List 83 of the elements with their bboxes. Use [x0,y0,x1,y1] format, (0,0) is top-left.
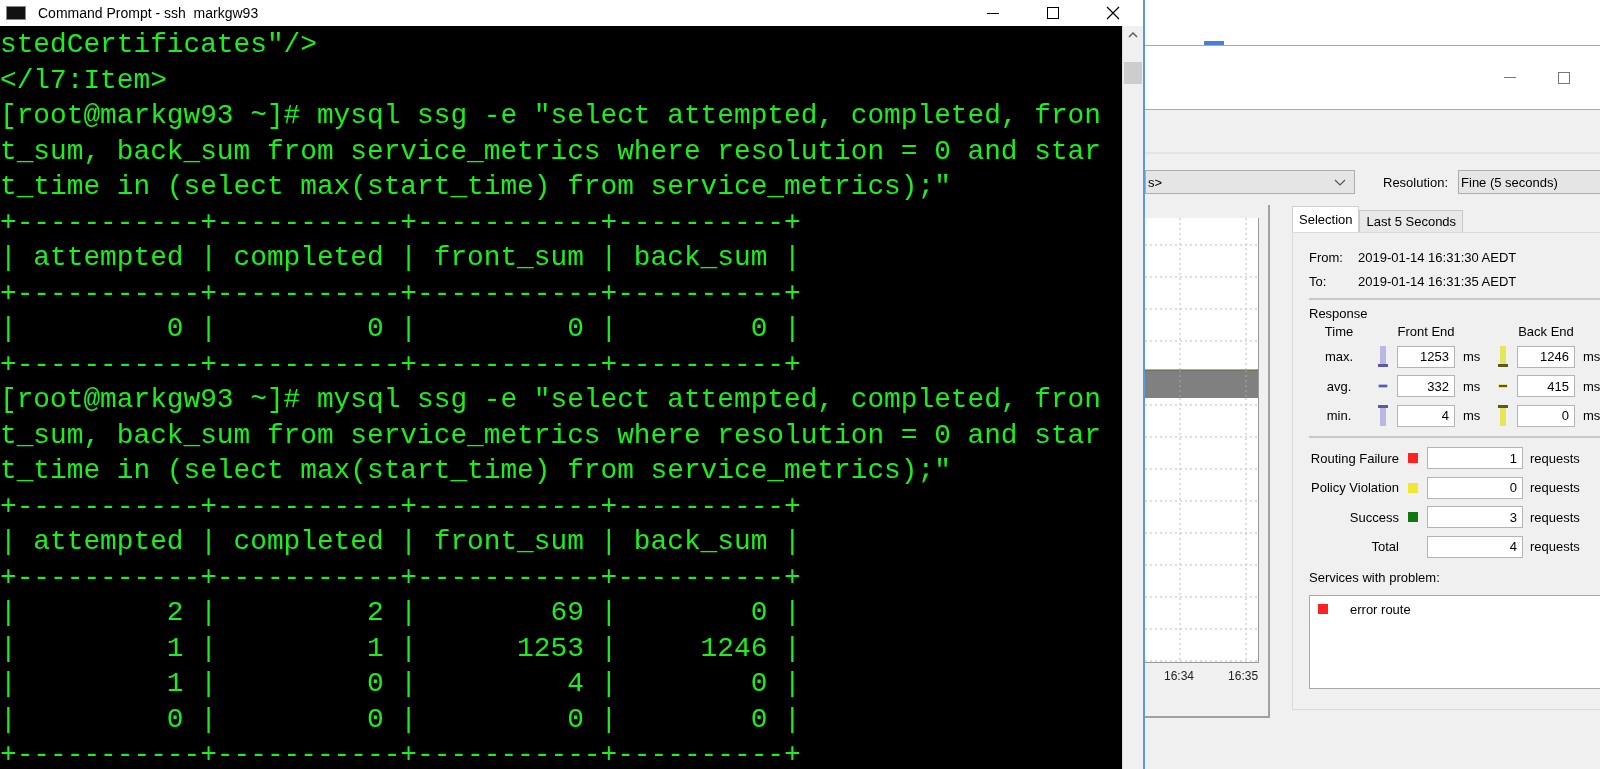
terminal-line: +-----------+-----------+-----------+----------+ [0,560,802,595]
minimize-icon [987,12,999,14]
unit-label: ms [1462,408,1482,424]
unit-label: requests [1529,539,1581,555]
max-marker-icon [1498,346,1508,368]
maximize-icon [1047,7,1059,19]
to-value: 2019-01-14 16:31:35 AEDT [1358,273,1517,289]
terminal-line: +-----------+-----------+-----------+----------+ [0,276,802,311]
value-field: 415 [1517,375,1575,398]
avg-marker-icon [1498,384,1508,389]
tab[interactable]: Last 5 Seconds [1359,210,1464,232]
unit-label: requests [1529,509,1581,525]
scrollbar[interactable] [1122,26,1143,769]
terminal-icon [6,6,26,20]
unit-label: ms [1582,349,1599,365]
unit-label: requests [1529,450,1581,466]
value-field: 332 [1397,375,1455,398]
value-field: 4 [1397,404,1455,427]
minimize-icon [1504,77,1516,78]
window-title: Command Prompt - ssh markgw93 [38,5,260,21]
row-label: avg. [1326,377,1352,396]
from-value: 2019-01-14 16:31:30 AEDT [1358,249,1517,265]
unit-label: ms [1462,378,1482,394]
terminal-line: | 1 | 1 | 1253 | 1246 | [0,631,802,666]
value-field: 1246 [1517,345,1575,368]
terminal-line: t_time in (select max(start_time) from service_metrics);" [0,454,952,488]
to-label: To: [1309,273,1328,289]
count-field: 4 [1427,535,1523,558]
resolution-label: Resolution: [1383,174,1449,190]
terminal-line: +-----------+-----------+-----------+----------+ [0,489,802,524]
max-marker-icon [1378,346,1388,368]
window-icon [1204,41,1224,45]
terminal-line: | attempted | completed | front_sum | back_sum | [0,525,802,559]
count-label: Total [1371,539,1399,555]
column-header: Front End [1397,324,1455,341]
from-label: From: [1309,249,1344,265]
axis-tick-label: 16:35 [1228,669,1259,683]
count-field: 0 [1427,476,1523,499]
tab[interactable]: Selection [1292,206,1360,232]
row-label: max. [1324,348,1354,367]
scroll-thumb[interactable] [1124,62,1142,84]
terminal-line: t_time in (select max(start_time) from service_metrics);" [0,170,952,204]
terminal-line: [root@markgw93 ~]# mysql ssg -e "select attempted, completed, fron [0,99,1102,133]
maximize-icon [1558,71,1570,84]
count-field: 3 [1427,506,1523,529]
row-label: min. [1326,407,1352,426]
count-label: Success [1349,509,1399,525]
terminal-line: +-----------+-----------+-----------+----------+ [0,347,802,382]
unit-label: requests [1529,480,1581,496]
value-field: 0 [1517,404,1575,427]
resolution-dropdown[interactable]: Fine (5 seconds) [1458,170,1600,194]
list-item[interactable]: error route [1350,601,1411,617]
terminal-line: | 0 | 0 | 0 | 0 | [0,312,802,346]
count-field: 1 [1427,447,1523,470]
terminal-line: stedCertificates"/> [0,28,318,62]
unit-label: ms [1582,408,1599,424]
axis-tick-label: 16:34 [1164,669,1195,683]
terminal-line: | 0 | 0 | 0 | 0 | [0,702,802,737]
problems-label: Services with problem: [1309,569,1441,587]
service-dropdown[interactable]: s> [1145,170,1355,194]
time-label: Time [1324,324,1354,341]
terminal-line: </l7:Item> [0,63,168,98]
terminal-line: +-----------+-----------+-----------+----------+ [0,205,802,240]
terminal-line: t_sum, back_sum from service_metrics where resolution = 0 and star [0,418,1102,453]
unit-label: ms [1582,378,1599,394]
count-label: Policy Violation [1311,480,1399,496]
terminal-line: t_sum, back_sum from service_metrics where resolution = 0 and star [0,134,1102,169]
avg-marker-icon [1378,384,1388,389]
response-label: Response [1309,306,1369,323]
min-marker-icon [1498,405,1508,427]
unit-label: ms [1462,349,1482,365]
terminal-line: [root@markgw93 ~]# mysql ssg -e "select attempted, completed, fron [0,383,1102,417]
column-header: Back End [1518,324,1574,341]
count-label: Routing Failure [1310,450,1399,466]
chevron-down-icon [1334,178,1346,186]
terminal-line: | attempted | completed | front_sum | back_sum | [0,241,802,275]
terminal-line: | 1 | 0 | 4 | 0 | [0,667,802,701]
terminal-line: | 2 | 2 | 69 | 0 | [0,596,802,630]
close-icon [1106,6,1120,20]
scroll-up-icon[interactable] [1128,32,1138,38]
terminal-line: +-----------+-----------+-----------+----------+ [0,738,802,769]
min-marker-icon [1378,405,1388,427]
value-field: 1253 [1397,345,1455,368]
